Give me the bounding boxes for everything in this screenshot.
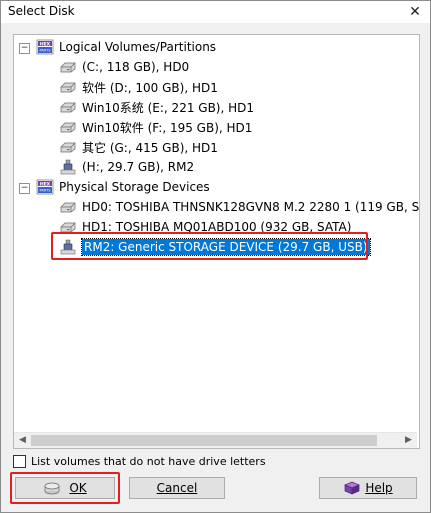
tree-group-label: Logical Volumes/Partitions [59, 40, 217, 54]
svg-text:HEX: HEX [40, 181, 51, 187]
tree-item-label: (H:, 29.7 GB), RM2 [82, 160, 195, 174]
scrollbar-thumb[interactable] [31, 435, 377, 446]
tree-item-volume-e[interactable]: Win10系统 (E:, 221 GB), HD1 [59, 97, 254, 117]
ok-highlight-box [10, 472, 120, 504]
tree-group-label: Physical Storage Devices [59, 180, 210, 194]
help-label: Help [365, 481, 393, 495]
help-button[interactable]: Help [319, 477, 417, 499]
tree-group-logical-volumes[interactable]: HEX PARTS Logical Volumes/Partitions [36, 37, 216, 57]
collapse-physical-expander[interactable]: − [19, 183, 30, 194]
list-volumes-option[interactable]: List volumes that do not have drive lett… [13, 455, 266, 468]
collapse-logical-expander[interactable]: − [19, 43, 30, 54]
tree-item-volume-d[interactable]: 软件 (D:, 100 GB), HD1 [59, 77, 218, 97]
list-volumes-checkbox[interactable] [13, 455, 26, 468]
selection-highlight-box [51, 232, 368, 260]
tree-group-physical-devices[interactable]: HEX PARTS Physical Storage Devices [36, 177, 210, 197]
title-bar: Select Disk ✕ [1, 1, 430, 23]
cancel-label: Cancel [156, 481, 198, 495]
hex-parts-icon: HEX PARTS [36, 39, 54, 55]
scroll-left-icon[interactable]: ◀ [15, 435, 30, 446]
drive-icon [60, 122, 76, 133]
tree-item-label: (C:, 118 GB), HD0 [82, 60, 190, 74]
tree-item-label: Win10系统 (E:, 221 GB), HD1 [82, 100, 255, 115]
tree-item-volume-h[interactable]: (H:, 29.7 GB), RM2 [59, 157, 194, 177]
select-disk-dialog: Select Disk ✕ − HEX PARTS Logical Volume… [0, 0, 431, 513]
tree-item-label: 软件 (D:, 100 GB), HD1 [82, 80, 218, 95]
help-book-icon [344, 481, 361, 495]
hex-parts-icon: HEX PARTS [36, 179, 54, 195]
tree-item-disk-hd0[interactable]: HD0: TOSHIBA THNSNK128GVN8 M.2 2280 1 (1… [59, 197, 419, 217]
tree-item-label: Win10软件 (F:, 195 GB), HD1 [82, 120, 253, 135]
tree-item-label: 其它 (G:, 415 GB), HD1 [82, 140, 218, 155]
svg-text:PARTS: PARTS [39, 49, 51, 53]
cancel-button[interactable]: Cancel [129, 477, 225, 499]
tree-item-volume-f[interactable]: Win10软件 (F:, 195 GB), HD1 [59, 117, 252, 137]
tree-item-volume-g[interactable]: 其它 (G:, 415 GB), HD1 [59, 137, 218, 157]
drive-icon [60, 142, 76, 153]
drive-icon [60, 62, 76, 73]
drive-icon [60, 102, 76, 113]
tree-item-volume-c[interactable]: (C:, 118 GB), HD0 [59, 57, 189, 77]
tree-item-label: HD0: TOSHIBA THNSNK128GVN8 M.2 2280 1 (1… [82, 200, 419, 214]
drive-icon [60, 82, 76, 93]
usb-drive-icon [60, 159, 76, 175]
window-title: Select Disk [8, 4, 75, 18]
checkbox-label: List volumes that do not have drive lett… [31, 455, 266, 468]
svg-text:PARTS: PARTS [39, 189, 51, 193]
drive-icon [60, 202, 76, 213]
svg-text:HEX: HEX [40, 41, 51, 47]
close-icon[interactable]: ✕ [400, 1, 430, 23]
horizontal-scrollbar[interactable]: ◀ ▶ [14, 432, 417, 448]
scroll-right-icon[interactable]: ▶ [401, 435, 416, 446]
